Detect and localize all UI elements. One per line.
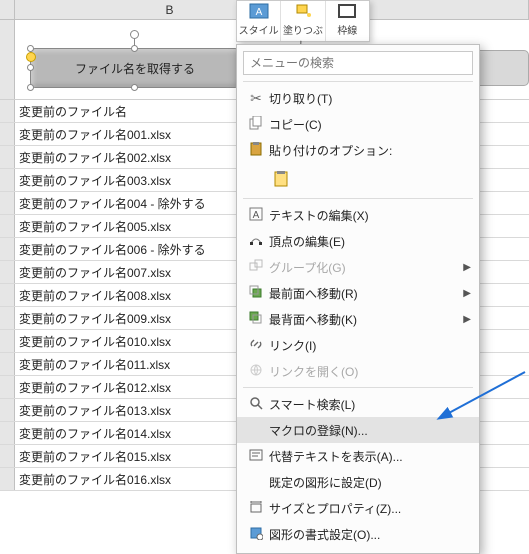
fill-icon: [281, 3, 324, 21]
menu-send-back[interactable]: 最背面へ移動(K) ▶: [237, 306, 479, 332]
menu-size-props[interactable]: サイズとプロパティ(Z)...: [237, 495, 479, 521]
resize-handle[interactable]: [131, 84, 138, 91]
context-menu: ✂ 切り取り(T) コピー(C) 貼り付けのオプション: A テキストの編集(X…: [236, 44, 480, 554]
outline-button[interactable]: 枠線: [326, 1, 369, 41]
menu-search-wrap: [243, 51, 473, 75]
style-icon: A: [237, 3, 280, 21]
edit-points-icon: [243, 233, 269, 250]
group-icon: [243, 259, 269, 276]
alt-text-icon: [243, 448, 269, 465]
submenu-arrow-icon: ▶: [461, 288, 471, 299]
paste-icon: [243, 142, 269, 159]
menu-link-label: リンク(I): [269, 337, 471, 354]
row-header[interactable]: [0, 215, 15, 237]
copy-icon: [243, 116, 269, 133]
menu-format-shape-label: 図形の書式設定(O)...: [269, 526, 471, 543]
row-header[interactable]: [0, 261, 15, 283]
style-label: スタイル: [239, 26, 279, 37]
menu-set-default-label: 既定の図形に設定(D): [269, 474, 471, 491]
resize-handle[interactable]: [27, 84, 34, 91]
row-header[interactable]: [0, 445, 15, 467]
resize-handle[interactable]: [27, 45, 34, 52]
row-header[interactable]: [0, 100, 15, 122]
row-header[interactable]: [0, 330, 15, 352]
shape-get-filenames-button[interactable]: ファイル名を取得する: [30, 48, 240, 88]
row-header[interactable]: [0, 169, 15, 191]
menu-edit-points[interactable]: 頂点の編集(E): [237, 228, 479, 254]
menu-copy[interactable]: コピー(C): [237, 111, 479, 137]
select-all-corner[interactable]: [0, 0, 15, 20]
svg-text:A: A: [255, 7, 262, 18]
menu-edit-points-label: 頂点の編集(E): [269, 233, 471, 250]
menu-paste-heading: 貼り付けのオプション:: [237, 137, 479, 163]
link-icon: [243, 337, 269, 354]
rotation-handle[interactable]: [130, 30, 139, 39]
row-header[interactable]: [0, 422, 15, 444]
row-header[interactable]: [0, 238, 15, 260]
menu-send-back-label: 最背面へ移動(K): [269, 311, 461, 328]
row-header[interactable]: [0, 307, 15, 329]
menu-size-props-label: サイズとプロパティ(Z)...: [269, 500, 471, 517]
smart-lookup-icon: [243, 396, 269, 413]
row-header[interactable]: [0, 376, 15, 398]
bring-front-icon: [243, 285, 269, 302]
row-header[interactable]: [0, 284, 15, 306]
menu-paste-heading-label: 貼り付けのオプション:: [269, 142, 471, 159]
paste-option-button[interactable]: [269, 166, 295, 192]
menu-copy-label: コピー(C): [269, 116, 471, 133]
menu-smart-lookup[interactable]: スマート検索(L): [237, 391, 479, 417]
menu-alt-text-label: 代替テキストを表示(A)...: [269, 448, 471, 465]
submenu-arrow-icon: ▶: [461, 314, 471, 325]
row-header[interactable]: [0, 468, 15, 490]
send-back-icon: [243, 311, 269, 328]
mini-toolbar: A スタイル 塗りつぶし 枠線: [236, 0, 370, 42]
row-header[interactable]: [0, 146, 15, 168]
outline-label: 枠線: [337, 26, 357, 37]
menu-open-link: リンクを開く(O): [237, 358, 479, 384]
row-header[interactable]: [0, 20, 15, 99]
menu-separator: [243, 81, 473, 82]
menu-group: グループ化(G) ▶: [237, 254, 479, 280]
menu-cut[interactable]: ✂ 切り取り(T): [237, 85, 479, 111]
menu-separator: [243, 198, 473, 199]
menu-assign-macro-label: マクロの登録(N)...: [269, 422, 471, 439]
menu-alt-text[interactable]: 代替テキストを表示(A)...: [237, 443, 479, 469]
row-header[interactable]: [0, 123, 15, 145]
row-header[interactable]: [0, 353, 15, 375]
menu-open-link-label: リンクを開く(O): [269, 363, 471, 380]
menu-edit-text-label: テキストの編集(X): [269, 207, 471, 224]
menu-bring-front-label: 最前面へ移動(R): [269, 285, 461, 302]
menu-link[interactable]: リンク(I): [237, 332, 479, 358]
fill-button[interactable]: 塗りつぶし: [281, 1, 325, 41]
menu-edit-text[interactable]: A テキストの編集(X): [237, 202, 479, 228]
edit-text-icon: A: [243, 207, 269, 224]
menu-set-default[interactable]: 既定の図形に設定(D): [237, 469, 479, 495]
menu-search-input[interactable]: [243, 51, 473, 75]
size-props-icon: [243, 500, 269, 517]
menu-assign-macro[interactable]: マクロの登録(N)...: [237, 417, 479, 443]
cut-icon: ✂: [243, 90, 269, 107]
shape-get-filenames-label: ファイル名を取得する: [75, 62, 195, 76]
format-shape-icon: [243, 526, 269, 543]
menu-separator: [243, 387, 473, 388]
resize-handle[interactable]: [27, 64, 34, 71]
svg-text:A: A: [253, 210, 260, 221]
resize-handle[interactable]: [131, 45, 138, 52]
menu-cut-label: 切り取り(T): [269, 90, 471, 107]
style-button[interactable]: A スタイル: [237, 1, 281, 41]
row-header[interactable]: [0, 192, 15, 214]
outline-icon: [326, 3, 369, 21]
paste-options-row: [237, 163, 479, 195]
open-link-icon: [243, 363, 269, 380]
menu-group-label: グループ化(G): [269, 259, 461, 276]
menu-bring-front[interactable]: 最前面へ移動(R) ▶: [237, 280, 479, 306]
smart-tag-icon[interactable]: [26, 52, 36, 62]
row-header[interactable]: [0, 399, 15, 421]
submenu-arrow-icon: ▶: [461, 262, 471, 273]
menu-smart-lookup-label: スマート検索(L): [269, 396, 471, 413]
